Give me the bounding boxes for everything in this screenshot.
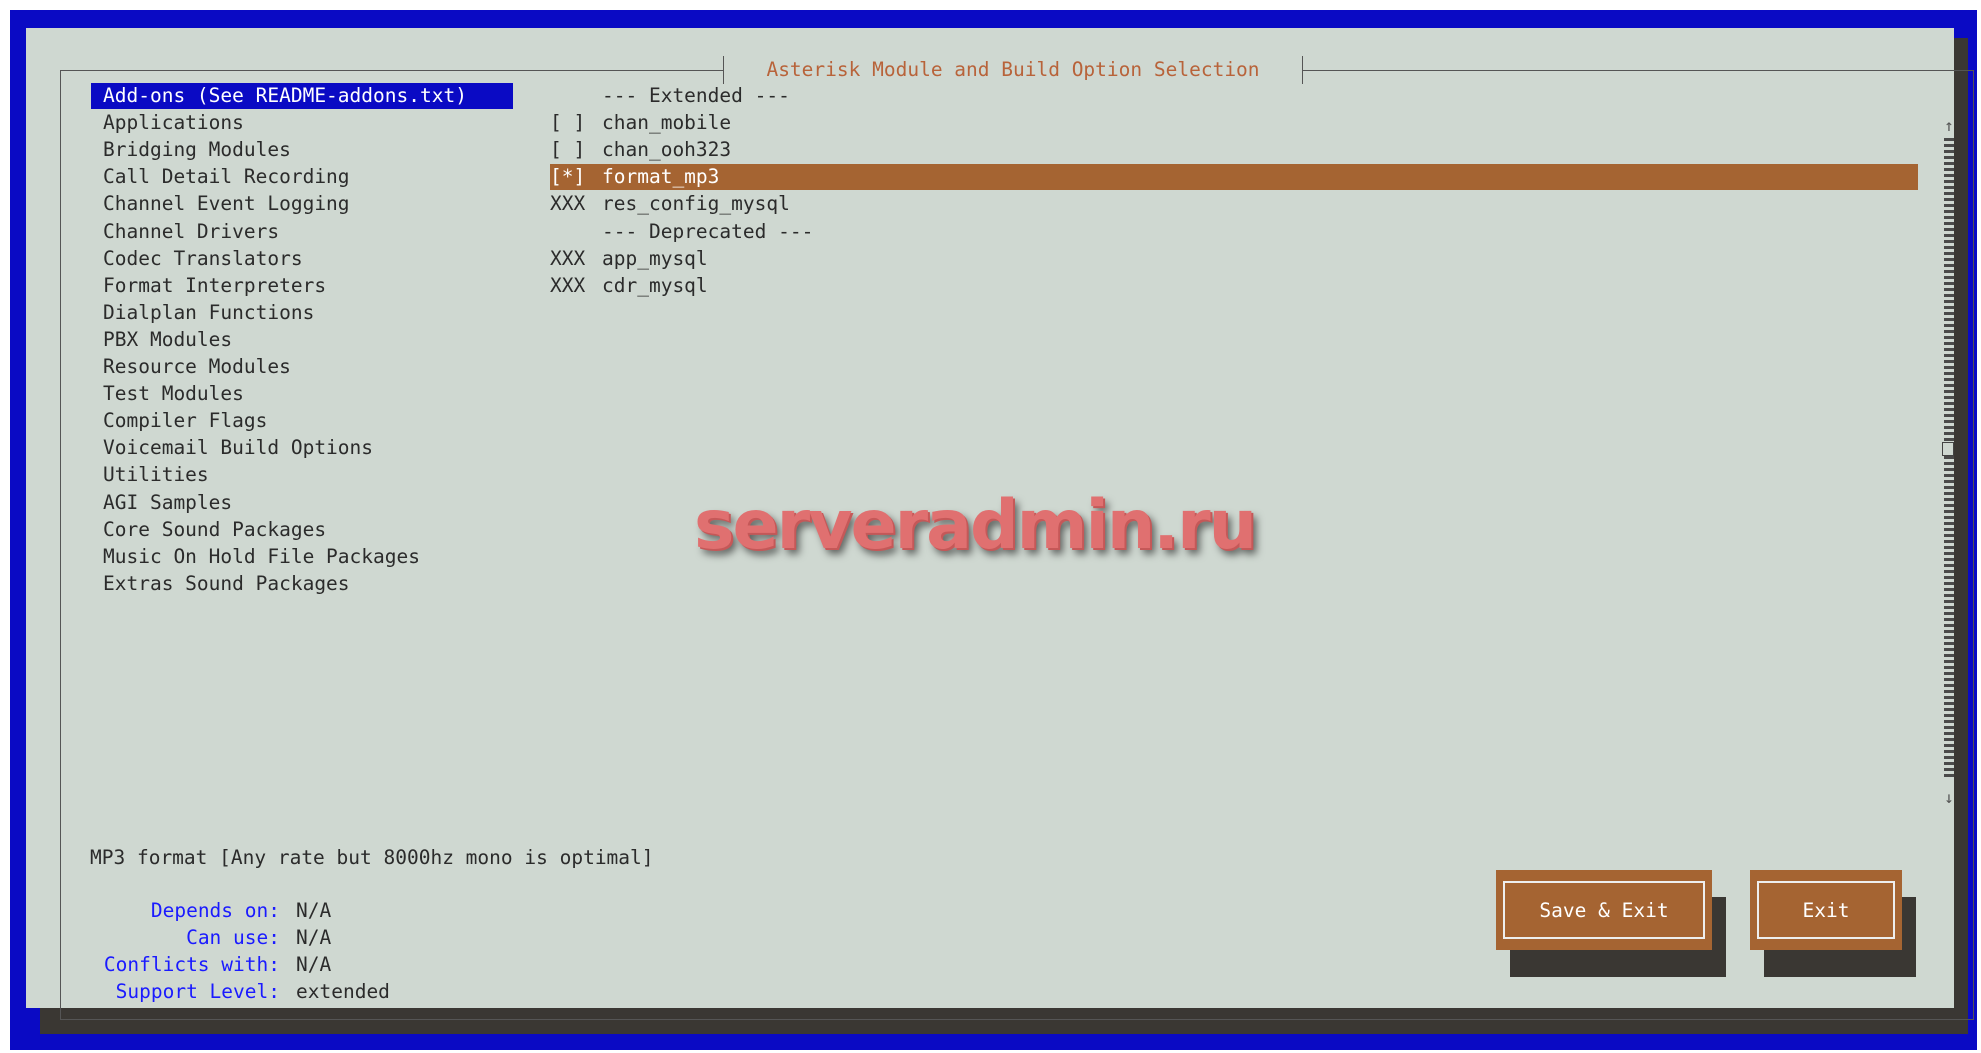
conflicts-with-value: N/A <box>296 953 332 976</box>
can-use-label: Can use: <box>186 926 280 949</box>
dialog-title: Asterisk Module and Build Option Selecti… <box>723 56 1303 84</box>
option-item[interactable]: XXX cdr_mysql <box>550 273 708 299</box>
option-marker: XXX <box>550 192 586 216</box>
scroll-up-arrow-icon[interactable]: ↑ <box>1940 116 1958 135</box>
depends-on-value: N/A <box>296 899 332 922</box>
menuselect-dialog: Asterisk Module and Build Option Selecti… <box>26 28 1974 1020</box>
option-label: cdr_mysql <box>602 273 708 297</box>
category-item[interactable]: Bridging Modules <box>91 137 291 163</box>
save-exit-button[interactable]: Save & Exit <box>1496 870 1712 950</box>
category-item[interactable]: Channel Event Logging <box>91 191 350 217</box>
option-label: --- Extended --- <box>602 84 790 107</box>
option-marker: XXX <box>550 246 586 270</box>
option-item[interactable]: XXX app_mysql <box>550 246 708 272</box>
scroll-down-arrow-icon[interactable]: ↓ <box>1940 788 1958 807</box>
can-use-value: N/A <box>296 926 332 949</box>
option-item[interactable]: XXX res_config_mysql <box>550 191 790 217</box>
option-label: --- Deprecated --- <box>602 219 814 243</box>
category-item[interactable]: Resource Modules <box>91 354 291 380</box>
category-item[interactable]: Call Detail Recording <box>91 164 350 190</box>
category-item[interactable]: Format Interpreters <box>91 273 326 299</box>
scroll-thumb[interactable] <box>1942 442 1954 456</box>
option-description: MP3 format [Any rate but 8000hz mono is … <box>90 846 654 869</box>
category-item[interactable]: Core Sound Packages <box>91 517 326 543</box>
option-marker: [ ] <box>550 111 586 135</box>
option-section-header: --- Deprecated --- <box>550 219 813 245</box>
depends-on-label: Depends on: <box>150 899 280 922</box>
option-marker: [ ] <box>550 138 586 162</box>
category-item[interactable]: Compiler Flags <box>91 408 267 434</box>
category-item[interactable]: AGI Samples <box>91 490 232 516</box>
option-label: chan_ooh323 <box>602 138 732 162</box>
conflicts-with-label: Conflicts with: <box>103 953 280 976</box>
support-level-label: Support Level: <box>115 980 280 1003</box>
option-label: app_mysql <box>602 246 708 270</box>
option-item[interactable]: [ ] chan_mobile <box>550 110 731 136</box>
category-item[interactable]: Utilities <box>91 462 209 488</box>
category-item[interactable]: Add-ons (See README-addons.txt) <box>91 83 513 109</box>
option-item[interactable]: [ ] chan_ooh323 <box>550 137 731 163</box>
category-item[interactable]: Voicemail Build Options <box>91 435 373 461</box>
option-marker: XXX <box>550 273 586 297</box>
category-item[interactable]: Dialplan Functions <box>91 300 314 326</box>
scrollbar[interactable]: ↑ ↓ <box>1940 116 1958 816</box>
category-item[interactable]: Applications <box>91 110 244 136</box>
exit-button-label: Exit <box>1802 898 1850 922</box>
support-level-value: extended <box>296 980 390 1003</box>
option-label: chan_mobile <box>602 111 732 135</box>
option-label: res_config_mysql <box>602 192 790 216</box>
option-label: format_mp3 <box>602 165 720 189</box>
exit-button[interactable]: Exit <box>1750 870 1902 950</box>
scroll-track[interactable] <box>1944 138 1954 780</box>
category-item[interactable]: Extras Sound Packages <box>91 571 350 597</box>
option-section-header: --- Extended --- <box>550 83 790 109</box>
category-item[interactable]: PBX Modules <box>91 327 232 353</box>
category-item[interactable]: Codec Translators <box>91 246 303 272</box>
category-item[interactable]: Music On Hold File Packages <box>91 544 420 570</box>
watermark-logo: serveradmin.ru <box>694 486 1257 565</box>
category-item[interactable]: Channel Drivers <box>91 219 279 245</box>
category-item[interactable]: Test Modules <box>91 381 244 407</box>
save-exit-button-label: Save & Exit <box>1539 898 1669 922</box>
option-marker: [*] <box>550 165 586 189</box>
option-item[interactable]: [*] format_mp3 <box>550 164 1918 191</box>
